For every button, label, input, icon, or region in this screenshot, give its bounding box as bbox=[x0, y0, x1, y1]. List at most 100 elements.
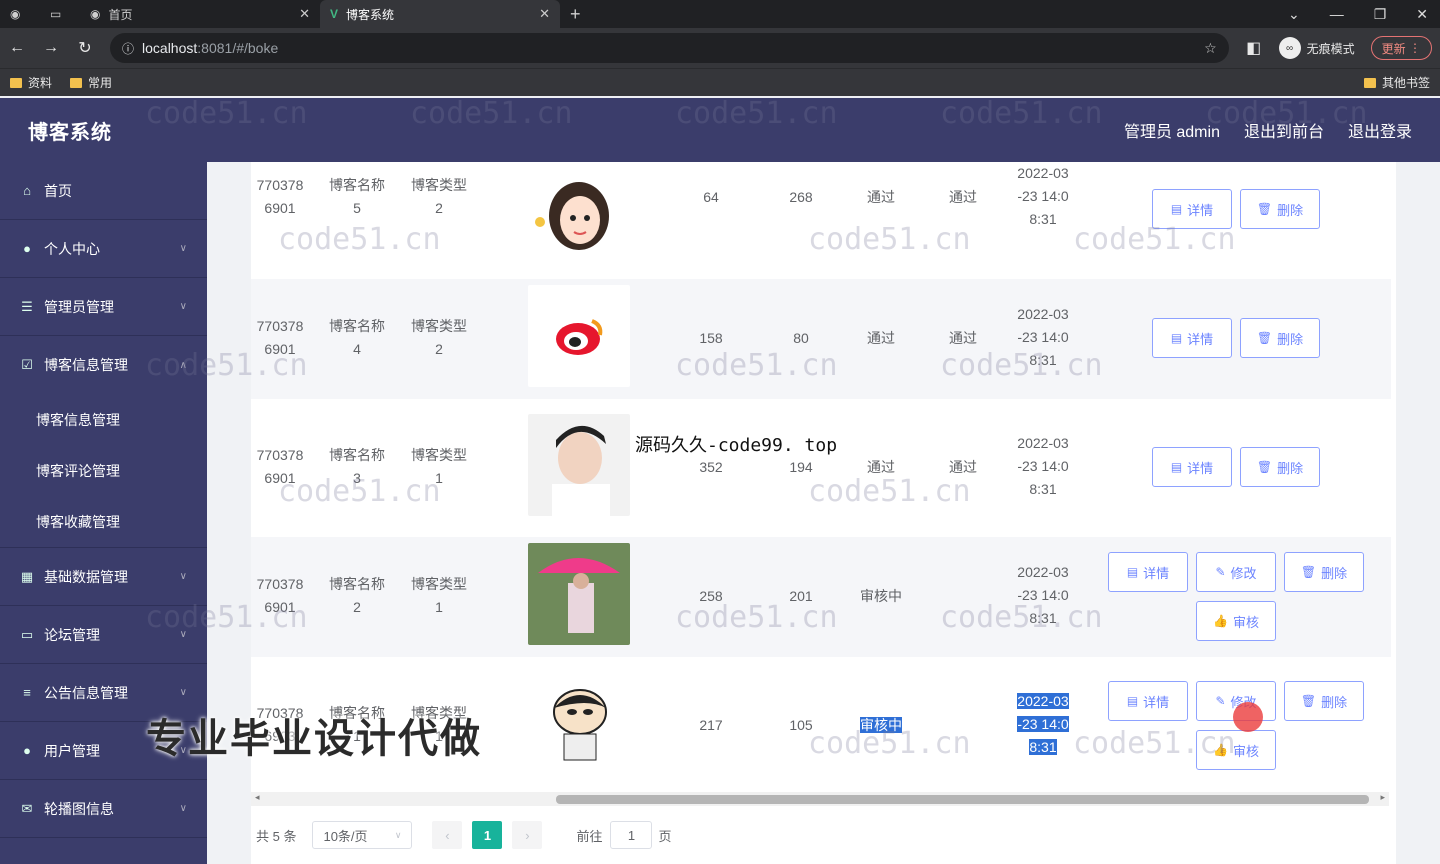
browser-tab-blog[interactable]: V 博客系统 ✕ bbox=[320, 0, 560, 28]
sidebar-item-basic-data[interactable]: ▦ 基础数据管理 ∨ bbox=[0, 548, 207, 606]
edit-button[interactable]: ✎修改 bbox=[1196, 552, 1276, 592]
forward-icon[interactable]: → bbox=[42, 39, 60, 57]
app-brand: 博客系统 bbox=[28, 121, 112, 144]
chevron-down-icon: ∨ bbox=[179, 243, 187, 254]
user-icon: ● bbox=[23, 241, 31, 256]
sidebar-subitem-blog-info[interactable]: 博客信息管理 bbox=[0, 394, 207, 445]
scroll-left-icon[interactable]: ◂ bbox=[255, 792, 260, 803]
blog-info-submenu: 博客信息管理 博客评论管理 博客收藏管理 bbox=[0, 394, 207, 548]
next-page-button[interactable]: › bbox=[512, 821, 543, 849]
value-cell: 80 bbox=[793, 330, 809, 346]
bookmark-folder[interactable]: 资料 bbox=[10, 74, 52, 91]
browser-toolbar: ← → ↻ ⓘ localhost:8081/#/boke ☆ ◧ ∞ 无痕模式… bbox=[0, 28, 1440, 68]
delete-button[interactable]: 🗑 删除 bbox=[1240, 447, 1320, 487]
page-1-button[interactable]: 1 bbox=[472, 821, 503, 849]
bookmark-folder[interactable]: 常用 bbox=[70, 74, 112, 91]
value-cell: 217 bbox=[699, 717, 723, 733]
close-icon[interactable]: ✕ bbox=[539, 6, 550, 22]
other-bookmarks[interactable]: 其他书签 bbox=[1363, 74, 1430, 91]
sidebar-item-carousel[interactable]: ✉ 轮播图信息 ∨ bbox=[0, 780, 207, 838]
chevron-down-icon[interactable]: ⌄ bbox=[1288, 6, 1300, 23]
status-cell: 通过 bbox=[867, 330, 895, 346]
id-cell: 770378 6901 bbox=[256, 177, 304, 216]
chevron-down-icon: ∨ bbox=[179, 571, 187, 582]
trash-icon: 🗑 bbox=[1256, 331, 1273, 345]
back-icon[interactable]: ← bbox=[8, 39, 26, 57]
status-cell: 审核中 bbox=[860, 717, 902, 733]
bookmarks-bar: 资料 常用 其他书签 bbox=[0, 68, 1440, 96]
id-cell: 770378 6901 bbox=[256, 318, 304, 357]
reader-icon[interactable]: ◧ bbox=[1245, 38, 1263, 58]
blog-cover-image bbox=[528, 543, 630, 645]
value-cell: 194 bbox=[789, 459, 813, 475]
pencil-icon: ✎ bbox=[1215, 694, 1226, 708]
delete-button[interactable]: 🗑 删除 bbox=[1284, 681, 1364, 721]
scroll-right-icon[interactable]: ▸ bbox=[1380, 792, 1385, 803]
table-row: 770378 6901 博客名称 5 博客类型 2 64 268 通过 通过 2022… bbox=[251, 162, 1391, 270]
thumb-icon: 👍 bbox=[1213, 614, 1228, 628]
scrollbar-thumb[interactable] bbox=[556, 795, 1369, 804]
sidebar-item-admins[interactable]: ☰ 管理员管理 ∨ bbox=[0, 278, 207, 336]
list-icon: ≡ bbox=[23, 685, 31, 700]
reload-icon[interactable]: ↻ bbox=[76, 38, 94, 58]
prev-page-button[interactable]: ‹ bbox=[432, 821, 463, 849]
sidebar-toggle-icon[interactable]: ▭ bbox=[40, 0, 80, 28]
table-row: 770378 6901 博客名称 4 博客类型 2 158 80 通过 通过 2022… bbox=[251, 279, 1391, 399]
type-cell: 博客类型 2 bbox=[411, 318, 467, 357]
time-cell: 2022-03 -23 14:0 8:31 bbox=[1017, 435, 1069, 497]
sidebar-subitem-blog-favorites[interactable]: 博客收藏管理 bbox=[0, 496, 207, 547]
document-icon: ▤ bbox=[1170, 331, 1183, 345]
name-cell: 博客名称 2 bbox=[329, 576, 385, 615]
new-tab-button[interactable]: + bbox=[560, 0, 591, 28]
logout-link[interactable]: 退出登录 bbox=[1348, 118, 1412, 142]
address-bar[interactable]: ⓘ localhost:8081/#/boke ☆ bbox=[110, 33, 1229, 63]
status-cell: 通过 bbox=[867, 189, 895, 205]
page-size-select[interactable]: 10条/页 ∨ bbox=[312, 821, 413, 849]
horizontal-scrollbar[interactable]: ◂ ▸ bbox=[251, 792, 1389, 806]
folder-icon bbox=[10, 77, 22, 88]
minimize-icon[interactable]: — bbox=[1330, 6, 1344, 23]
browser-menu-icon[interactable]: ◉ bbox=[0, 0, 40, 28]
blog-cover-image bbox=[528, 285, 630, 387]
incognito-icon: ∞ bbox=[1278, 37, 1301, 59]
delete-button[interactable]: 🗑 删除 bbox=[1240, 189, 1320, 229]
detail-button[interactable]: ▤ 详情 bbox=[1152, 447, 1232, 487]
detail-button[interactable]: ▤ 详情 bbox=[1108, 552, 1188, 592]
chevron-up-icon: ∧ bbox=[179, 359, 187, 371]
sidebar-item-profile[interactable]: ● 个人中心 ∨ bbox=[0, 220, 207, 278]
type-cell: 博客类型 1 bbox=[411, 576, 467, 615]
type-cell: 博客类型 2 bbox=[411, 177, 467, 216]
review-button[interactable]: 👍 审核 bbox=[1196, 601, 1276, 641]
exit-to-front-link[interactable]: 退出到前台 bbox=[1244, 118, 1324, 142]
promo-banner: 专业毕业设计代做 bbox=[146, 717, 482, 761]
trash-icon: 🗑 bbox=[1300, 694, 1317, 708]
close-icon[interactable]: ✕ bbox=[299, 6, 310, 22]
value-cell: 158 bbox=[699, 330, 723, 346]
browser-tab-home[interactable]: ◉ 首页 ✕ bbox=[80, 0, 320, 28]
detail-button[interactable]: ▤ 详情 bbox=[1108, 681, 1188, 721]
blog-cover-image bbox=[528, 162, 630, 262]
review-button[interactable]: 👍 审核 bbox=[1196, 730, 1276, 770]
sidebar-item-forum[interactable]: ▭ 论坛管理 ∨ bbox=[0, 606, 207, 664]
chevron-down-icon: ∨ bbox=[394, 829, 402, 840]
incognito-indicator[interactable]: ∞ 无痕模式 bbox=[1278, 37, 1355, 59]
sidebar-item-home[interactable]: ⌂ 首页 bbox=[0, 162, 207, 220]
vue-logo-icon: V bbox=[330, 7, 339, 21]
star-icon[interactable]: ☆ bbox=[1204, 40, 1217, 57]
detail-button[interactable]: ▤ 详情 bbox=[1152, 318, 1232, 358]
update-button[interactable]: 更新 ⋮ bbox=[1370, 36, 1432, 60]
pencil-icon: ✎ bbox=[1215, 565, 1226, 579]
restore-icon[interactable]: ❐ bbox=[1374, 6, 1387, 23]
window-close-icon[interactable]: ✕ bbox=[1416, 6, 1428, 23]
time-cell: 2022-03 -23 14:0 8:31 bbox=[1017, 564, 1069, 626]
sidebar-subitem-blog-comments[interactable]: 博客评论管理 bbox=[0, 445, 207, 496]
delete-button[interactable]: 🗑 删除 bbox=[1284, 552, 1364, 592]
home-icon: ⌂ bbox=[23, 183, 31, 198]
goto-page-input[interactable]: 1 bbox=[610, 821, 653, 849]
blog-cover-image bbox=[528, 414, 630, 516]
folder-icon bbox=[70, 77, 83, 88]
detail-button[interactable]: ▤ 详情 bbox=[1152, 189, 1232, 229]
delete-button[interactable]: 🗑 删除 bbox=[1240, 318, 1320, 358]
sidebar-item-blog-info[interactable]: ☑ 博客信息管理 ∧ bbox=[0, 336, 207, 394]
trash-icon: 🗑 bbox=[1256, 460, 1273, 474]
